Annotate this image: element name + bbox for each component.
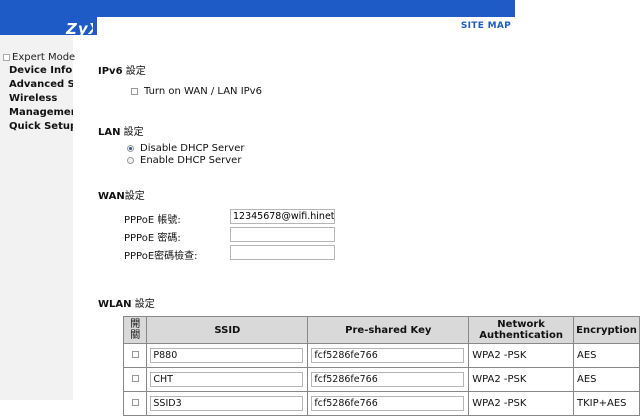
col-header-ssid: SSID <box>146 316 309 344</box>
col-header-encryption: Encryption <box>572 316 640 344</box>
lan-title-suffix: 設定 <box>120 127 144 138</box>
ipv6-toggle-row[interactable]: Turn on WAN / LAN IPv6 <box>131 86 262 97</box>
wlan-section-title: WLAN 設定 <box>98 295 155 310</box>
expert-mode-toggle[interactable]: Expert Mode <box>3 52 75 63</box>
wlan-title-suffix: 設定 <box>131 299 155 310</box>
col-header-switch-text: 開關 <box>130 319 141 341</box>
psk-input[interactable]: fcf5286fe766 <box>311 348 465 363</box>
table-row: P880 fcf5286fe766 WPA2 -PSK AES <box>122 343 640 368</box>
top-banner: ZyX SITE MAP <box>0 0 515 38</box>
col-header-auth: Network Authentication <box>468 316 574 344</box>
psk-cell: fcf5286fe766 <box>307 367 470 392</box>
wlan-table: 開關 SSID Pre-shared Key Network Authentic… <box>122 316 640 416</box>
sidebar-menu: Device Info Advanced Setup Wireless Mana… <box>9 64 73 134</box>
row-switch-cell <box>122 367 148 392</box>
psk-cell: fcf5286fe766 <box>307 391 470 416</box>
sidebar-item-device-info[interactable]: Device Info <box>9 64 73 78</box>
ipv6-title-suffix: 設定 <box>122 66 146 77</box>
ssid-cell: P880 <box>146 343 309 368</box>
wan-section-title: WAN設定 <box>98 187 145 202</box>
pppoe-password-input[interactable] <box>230 227 335 242</box>
wlan-title: WLAN <box>98 299 132 310</box>
site-map-link[interactable]: SITE MAP <box>461 21 511 31</box>
table-row: SSID3 fcf5286fe766 WPA2 -PSK TKIP+AES <box>122 391 640 416</box>
ssid-cell: SSID3 <box>146 391 309 416</box>
table-row: CHT fcf5286fe766 WPA2 -PSK AES <box>122 367 640 392</box>
ssid-input[interactable]: CHT <box>150 372 304 387</box>
enable-dhcp-label: Enable DHCP Server <box>140 155 242 166</box>
col-header-switch: 開關 <box>122 316 148 344</box>
psk-cell: fcf5286fe766 <box>307 343 470 368</box>
enable-dhcp-radio[interactable] <box>127 157 134 164</box>
lan-title: LAN <box>98 127 121 138</box>
disable-dhcp-radio[interactable] <box>127 145 134 152</box>
psk-input[interactable]: fcf5286fe766 <box>311 396 465 411</box>
row-switch-checkbox[interactable] <box>131 351 139 358</box>
row-switch-checkbox[interactable] <box>131 375 139 382</box>
pppoe-password-confirm-input[interactable] <box>230 245 335 260</box>
wlan-header-row: 開關 SSID Pre-shared Key Network Authentic… <box>122 316 640 344</box>
row-switch-checkbox[interactable] <box>131 399 139 406</box>
pppoe-password-label: PPPoE 密碼: <box>124 233 181 244</box>
lan-section-title: LAN 設定 <box>98 123 144 138</box>
ipv6-section-title: IPv6 設定 <box>98 62 146 77</box>
main-content: IPv6 設定 Turn on WAN / LAN IPv6 LAN 設定 Di… <box>73 35 640 416</box>
disable-dhcp-label: Disable DHCP Server <box>140 143 245 154</box>
wan-title-suffix: 設定 <box>124 191 145 202</box>
col-header-psk: Pre-shared Key <box>307 316 470 344</box>
pppoe-account-label: PPPoE 帳號: <box>124 215 181 226</box>
encryption-cell: TKIP+AES <box>572 391 640 416</box>
auth-cell: WPA2 -PSK <box>468 343 574 368</box>
expert-mode-label: Expert Mode <box>12 52 76 63</box>
auth-cell: WPA2 -PSK <box>468 391 574 416</box>
ipv6-toggle-label: Turn on WAN / LAN IPv6 <box>144 86 262 97</box>
lan-option-enable-dhcp[interactable]: Enable DHCP Server <box>127 155 241 166</box>
row-switch-cell <box>122 391 148 416</box>
lan-option-disable-dhcp[interactable]: Disable DHCP Server <box>127 143 244 154</box>
pppoe-account-input[interactable]: 12345678@wifi.hinet.net <box>230 209 335 224</box>
ipv6-checkbox[interactable] <box>131 88 138 95</box>
ssid-input[interactable]: P880 <box>150 348 304 363</box>
ssid-input[interactable]: SSID3 <box>150 396 304 411</box>
sidebar-item-quick-setup[interactable]: Quick Setup <box>9 120 73 134</box>
expert-mode-checkbox-icon[interactable] <box>3 54 10 61</box>
ssid-cell: CHT <box>146 367 309 392</box>
sidebar-item-management[interactable]: Management <box>9 106 73 120</box>
pppoe-password-confirm-label: PPPoE密碼檢查: <box>124 251 198 262</box>
banner-strip: SITE MAP <box>97 17 515 35</box>
sidebar-item-advanced-setup[interactable]: Advanced Setup <box>9 78 73 92</box>
sidebar: Expert Mode Device Info Advanced Setup W… <box>0 35 75 400</box>
auth-cell: WPA2 -PSK <box>468 367 574 392</box>
row-switch-cell <box>122 343 148 368</box>
encryption-cell: AES <box>572 343 640 368</box>
sidebar-item-wireless[interactable]: Wireless <box>9 92 73 106</box>
wan-title: WAN <box>98 191 125 202</box>
ipv6-title: IPv6 <box>98 66 123 77</box>
encryption-cell: AES <box>572 367 640 392</box>
psk-input[interactable]: fcf5286fe766 <box>311 372 465 387</box>
